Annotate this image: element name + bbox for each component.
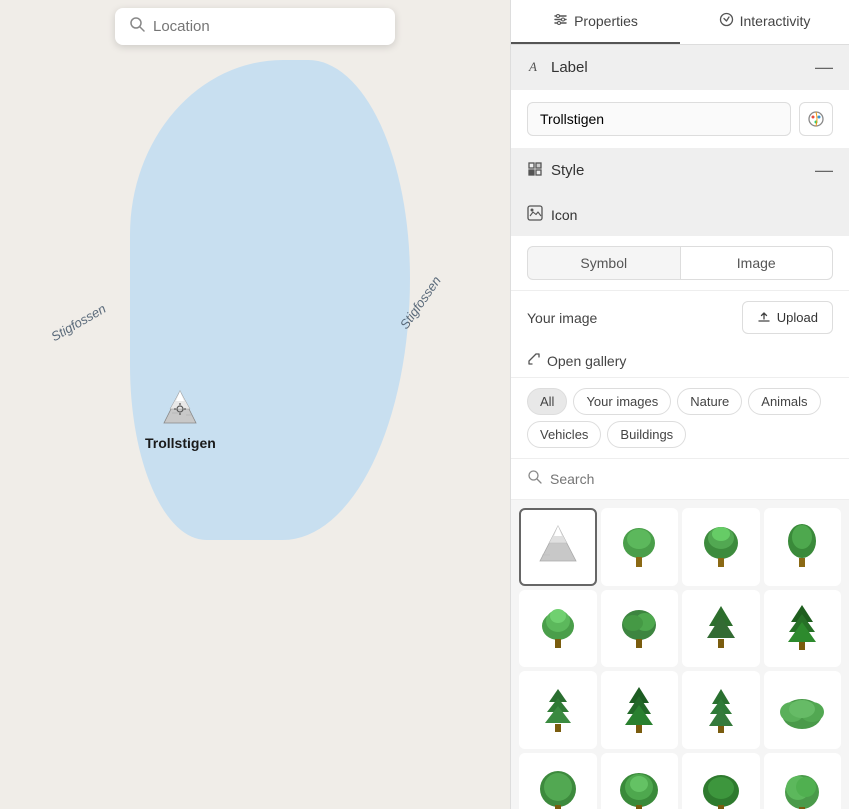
panel-tabs: Properties Interactivity — [511, 0, 849, 45]
filter-chip-animals[interactable]: Animals — [748, 388, 820, 415]
style-collapse-btn[interactable]: — — [815, 160, 833, 181]
image-cell-bush[interactable] — [764, 671, 842, 749]
image-cell-pine1[interactable] — [682, 590, 760, 668]
search-icon — [129, 16, 145, 37]
your-image-label: Your image — [527, 310, 597, 326]
map-area: Stigfossen Stigfossen Trollstigen — [0, 0, 510, 809]
filter-chip-buildings[interactable]: Buildings — [607, 421, 686, 448]
trollstigen-marker[interactable]: Trollstigen — [145, 385, 216, 451]
search-input[interactable] — [153, 18, 381, 35]
style-section-header: Style — — [511, 148, 849, 193]
upload-button[interactable]: Upload — [742, 301, 833, 334]
type-tab-image[interactable]: Image — [681, 246, 834, 280]
open-gallery-row[interactable]: Open gallery — [511, 344, 849, 378]
trollstigen-icon — [156, 385, 204, 433]
style-title: Style — [527, 161, 584, 181]
tab-properties[interactable]: Properties — [511, 0, 680, 44]
type-tabs: Symbol Image — [511, 236, 849, 291]
label-input-area — [511, 90, 849, 148]
label-title: A Label — [527, 58, 588, 78]
icon-section-icon — [527, 205, 543, 224]
image-grid — [511, 500, 849, 809]
image-cell-tree5[interactable] — [601, 590, 679, 668]
filter-chips: All Your images Nature Animals Vehicles … — [511, 378, 849, 459]
tab-properties-label: Properties — [574, 13, 638, 29]
water-body — [130, 60, 410, 540]
image-cell-tree1[interactable] — [601, 508, 679, 586]
label-input[interactable] — [527, 102, 791, 136]
image-cell-pine5[interactable] — [682, 671, 760, 749]
svg-text:A: A — [528, 59, 537, 74]
image-cell-round3[interactable] — [682, 753, 760, 809]
interactivity-icon — [719, 12, 734, 30]
image-cell-round4[interactable] — [764, 753, 842, 809]
image-cell-pine3[interactable] — [519, 671, 597, 749]
upload-icon — [757, 309, 771, 326]
label-collapse-btn[interactable]: — — [815, 57, 833, 78]
tab-interactivity-label: Interactivity — [740, 13, 811, 29]
image-cell-pine2[interactable] — [764, 590, 842, 668]
image-cell-round2[interactable] — [601, 753, 679, 809]
right-panel: Properties Interactivity A Label — — [510, 0, 849, 809]
image-cell-tree4[interactable] — [519, 590, 597, 668]
panel-search-icon — [527, 469, 542, 489]
image-cell-pine4[interactable] — [601, 671, 679, 749]
icon-section-header: Icon — [511, 193, 849, 236]
trollstigen-label: Trollstigen — [145, 435, 216, 451]
label-section-header: A Label — — [511, 45, 849, 90]
filter-chip-your-images[interactable]: Your images — [573, 388, 671, 415]
filter-chip-vehicles[interactable]: Vehicles — [527, 421, 601, 448]
filter-chip-nature[interactable]: Nature — [677, 388, 742, 415]
palette-button[interactable] — [799, 102, 833, 136]
panel-search-bar[interactable] — [511, 459, 849, 500]
image-upload-row: Your image Upload — [511, 291, 849, 344]
panel-search-input[interactable] — [550, 471, 833, 487]
type-tab-symbol[interactable]: Symbol — [527, 246, 681, 280]
style-icon — [527, 161, 543, 181]
properties-icon — [553, 12, 568, 30]
expand-icon — [527, 352, 541, 369]
image-cell-tree3[interactable] — [764, 508, 842, 586]
filter-chip-all[interactable]: All — [527, 388, 567, 415]
image-cell-tree2[interactable] — [682, 508, 760, 586]
tab-interactivity[interactable]: Interactivity — [680, 0, 849, 44]
label-icon: A — [527, 58, 543, 78]
stigfossen-label-1: Stigfossen — [48, 301, 108, 344]
image-cell-mountain[interactable] — [519, 508, 597, 586]
image-cell-round1[interactable] — [519, 753, 597, 809]
search-bar[interactable] — [115, 8, 395, 45]
